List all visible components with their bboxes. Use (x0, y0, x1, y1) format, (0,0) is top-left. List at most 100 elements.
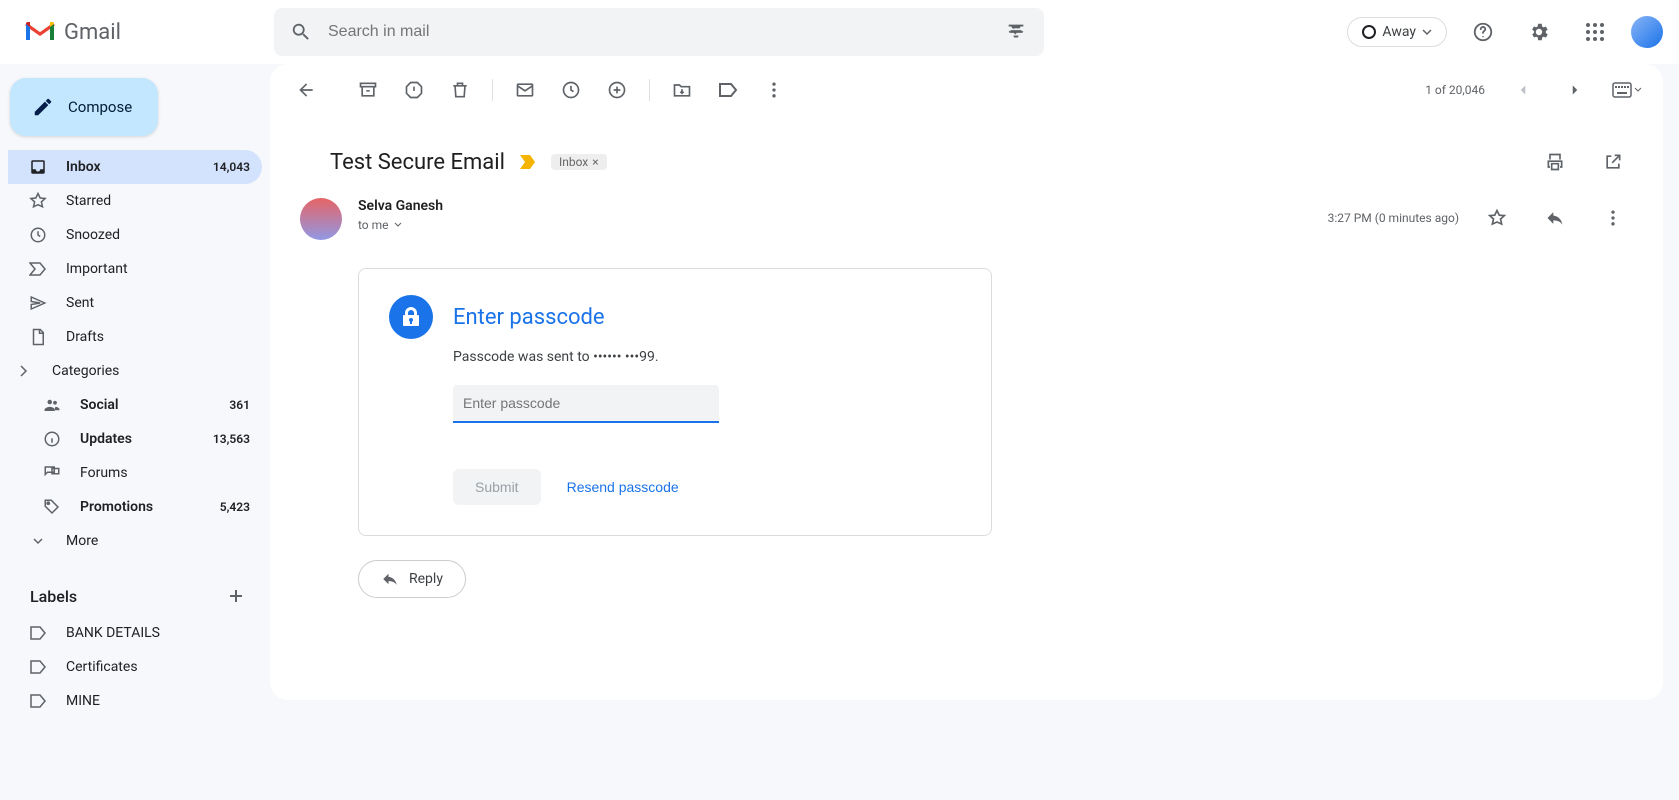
sidebar-item-promotions[interactable]: Promotions 5,423 (8, 490, 262, 524)
input-tools-button[interactable] (1607, 70, 1647, 110)
important-icon (28, 262, 48, 276)
compose-button[interactable]: Compose (10, 78, 158, 136)
message-meta: 3:27 PM (0 minutes ago) (1328, 198, 1633, 238)
subject-row: Test Secure Email Inbox × (270, 116, 1663, 192)
sidebar-item-label: Certificates (66, 659, 138, 675)
toolbar-divider (649, 79, 650, 101)
label-icon (28, 626, 48, 640)
move-to-button[interactable] (662, 70, 702, 110)
chevron-down-icon (393, 220, 403, 230)
message-toolbar: 1 of 20,046 (270, 64, 1663, 116)
status-ring-icon (1362, 25, 1376, 39)
plus-icon (228, 588, 244, 604)
app-header: Gmail Away (0, 0, 1679, 64)
sidebar-item-label: More (66, 533, 98, 549)
archive-button[interactable] (348, 70, 388, 110)
labels-header: Labels (8, 558, 262, 616)
submit-button[interactable]: Submit (453, 469, 541, 505)
sidebar-item-label: Forums (80, 465, 128, 481)
sidebar-item-label: Starred (66, 193, 111, 209)
passcode-input-wrap (453, 385, 719, 423)
sidebar-item-forums[interactable]: Forums (8, 456, 262, 490)
sidebar-item-starred[interactable]: Starred (8, 184, 262, 218)
sidebar-item-label: Categories (52, 363, 119, 379)
gmail-logo[interactable]: Gmail (16, 20, 121, 45)
sender-avatar[interactable] (300, 198, 342, 240)
sidebar-item-drafts[interactable]: Drafts (8, 320, 262, 354)
gmail-text: Gmail (64, 20, 121, 45)
sidebar-item-sent[interactable]: Sent (8, 286, 262, 320)
sidebar-item-categories[interactable]: Categories (8, 354, 262, 388)
newer-button[interactable] (1503, 70, 1543, 110)
search-bar[interactable] (274, 8, 1044, 56)
add-label-button[interactable] (222, 582, 250, 610)
star-icon (28, 192, 48, 210)
delete-button[interactable] (440, 70, 480, 110)
label-remove-icon[interactable]: × (592, 155, 598, 169)
more-button[interactable] (754, 70, 794, 110)
sender-row: Selva Ganesh to me 3:27 PM (0 minutes ag… (270, 192, 1663, 240)
snooze-button[interactable] (551, 70, 591, 110)
header-right: Away (1347, 12, 1663, 52)
labels-button[interactable] (708, 70, 748, 110)
open-new-window-button[interactable] (1593, 142, 1633, 182)
pencil-icon (32, 96, 54, 118)
sidebar-item-count: 14,043 (213, 160, 250, 174)
chevron-down-icon (1634, 86, 1642, 94)
sidebar-item-snoozed[interactable]: Snoozed (8, 218, 262, 252)
chevron-down-icon (28, 534, 48, 548)
sidebar-item-label: Sent (66, 295, 94, 311)
label-chip[interactable]: Inbox × (551, 154, 607, 170)
search-icon[interactable] (282, 13, 320, 51)
subject-actions (1535, 142, 1633, 182)
sidebar-item-count: 361 (229, 398, 250, 412)
star-button[interactable] (1477, 198, 1517, 238)
sidebar-item-important[interactable]: Important (8, 252, 262, 286)
sidebar-label-mine[interactable]: MINE (8, 684, 262, 718)
toolbar-right: 1 of 20,046 (1425, 70, 1647, 110)
sender-info: Selva Ganesh to me (358, 198, 1312, 233)
mark-unread-button[interactable] (505, 70, 545, 110)
support-icon[interactable] (1463, 12, 1503, 52)
back-button[interactable] (286, 70, 326, 110)
sidebar-label-certificates[interactable]: Certificates (8, 650, 262, 684)
apps-icon[interactable] (1575, 12, 1615, 52)
label-chip-text: Inbox (559, 155, 588, 169)
reply-icon (381, 570, 399, 588)
print-button[interactable] (1535, 142, 1575, 182)
label-icon (28, 660, 48, 674)
sidebar-item-social[interactable]: Social 361 (8, 388, 262, 422)
sidebar-item-label: Social (80, 397, 119, 413)
older-button[interactable] (1555, 70, 1595, 110)
inbox-icon (28, 158, 48, 176)
reply-icon-button[interactable] (1535, 198, 1575, 238)
report-spam-button[interactable] (394, 70, 434, 110)
message-more-button[interactable] (1593, 198, 1633, 238)
status-chip[interactable]: Away (1347, 17, 1447, 47)
sidebar-label-bank-details[interactable]: BANK DETAILS (8, 616, 262, 650)
reply-button[interactable]: Reply (358, 560, 466, 598)
importance-marker-icon[interactable] (519, 154, 537, 170)
sidebar-item-updates[interactable]: Updates 13,563 (8, 422, 262, 456)
search-input[interactable] (320, 23, 996, 41)
passcode-title: Enter passcode (453, 305, 605, 330)
account-avatar[interactable] (1631, 16, 1663, 48)
passcode-input[interactable] (453, 385, 719, 423)
resend-passcode-button[interactable]: Resend passcode (567, 479, 679, 495)
settings-icon[interactable] (1519, 12, 1559, 52)
search-options-icon[interactable] (996, 12, 1036, 52)
add-to-tasks-button[interactable] (597, 70, 637, 110)
info-icon (42, 430, 62, 448)
label-icon (28, 694, 48, 708)
recipient-line[interactable]: to me (358, 218, 403, 232)
sidebar-item-label: Updates (80, 431, 132, 447)
sidebar-item-inbox[interactable]: Inbox 14,043 (8, 150, 262, 184)
forum-icon (42, 464, 62, 482)
chevron-right-icon (14, 365, 34, 377)
people-icon (42, 396, 62, 414)
sidebar-item-more[interactable]: More (8, 524, 262, 558)
labels-title: Labels (30, 587, 77, 606)
clock-icon (28, 226, 48, 244)
passcode-card: Enter passcode Passcode was sent to ••••… (358, 268, 992, 536)
tag-icon (42, 498, 62, 516)
